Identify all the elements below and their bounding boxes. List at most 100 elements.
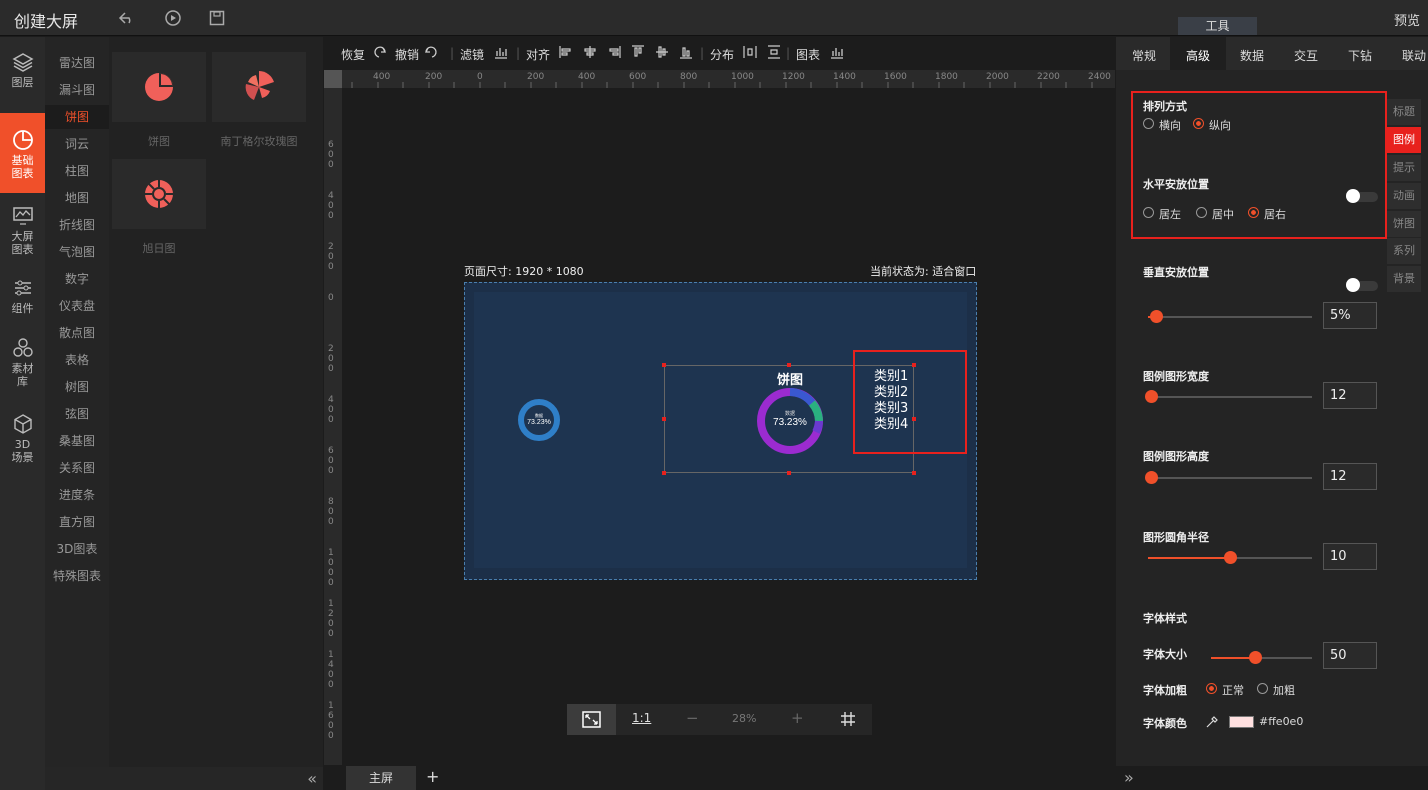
distribute-v-icon[interactable] — [766, 44, 782, 63]
redo-icon[interactable] — [371, 44, 387, 63]
tool-tab[interactable]: 工具 — [1178, 17, 1257, 35]
side-tab-series[interactable]: 系列 — [1387, 238, 1421, 264]
side-tab-legend[interactable]: 图例 — [1387, 127, 1421, 153]
chart-button[interactable]: 图表 — [796, 46, 820, 63]
actual-size-button[interactable]: 1:1 — [632, 711, 651, 725]
category-item[interactable]: 雷达图 — [45, 51, 109, 75]
category-item[interactable]: 直方图 — [45, 510, 109, 534]
redo-button[interactable]: 恢复 — [341, 46, 365, 63]
icon-height-input[interactable]: 12 — [1323, 463, 1377, 490]
category-item[interactable]: 进度条 — [45, 483, 109, 507]
align-center-h-icon[interactable] — [582, 44, 598, 63]
align-center-v-icon[interactable] — [654, 44, 670, 63]
category-item[interactable]: 特殊图表 — [45, 564, 109, 588]
h-pos-center-radio[interactable]: 居中 — [1196, 206, 1234, 222]
font-size-slider-knob[interactable] — [1249, 651, 1262, 664]
distribute-h-icon[interactable] — [742, 44, 758, 63]
font-size-input[interactable]: 50 — [1323, 642, 1377, 669]
category-item[interactable]: 词云 — [45, 132, 109, 156]
zoom-out-button[interactable]: − — [686, 709, 699, 727]
save-icon[interactable] — [208, 9, 226, 27]
distribute-button[interactable]: 分布 — [710, 46, 734, 63]
side-tab-title[interactable]: 标题 — [1387, 99, 1421, 125]
font-weight-bold-radio[interactable]: 加粗 — [1257, 682, 1295, 698]
font-weight-normal-radio[interactable]: 正常 — [1206, 682, 1244, 698]
nav-item-layers[interactable]: 图层 — [0, 51, 45, 101]
undo-icon[interactable] — [118, 9, 136, 27]
category-item[interactable]: 仪表盘 — [45, 294, 109, 318]
category-item[interactable]: 桑基图 — [45, 429, 109, 453]
resize-handle[interactable] — [662, 417, 666, 421]
preview-button[interactable]: 预览 — [1394, 10, 1420, 29]
category-item[interactable]: 树图 — [45, 375, 109, 399]
resize-handle[interactable] — [662, 363, 666, 367]
radius-input[interactable]: 10 — [1323, 543, 1377, 570]
icon-height-slider-track[interactable] — [1148, 477, 1312, 479]
category-item[interactable]: 柱图 — [45, 159, 109, 183]
side-tab-tooltip[interactable]: 提示 — [1387, 155, 1421, 181]
undo-icon[interactable] — [424, 44, 440, 63]
align-button[interactable]: 对齐 — [526, 46, 550, 63]
add-screen-button[interactable]: + — [426, 766, 439, 788]
v-pos-slider-track[interactable] — [1148, 316, 1312, 318]
thumb-nightingale[interactable] — [212, 52, 306, 122]
grid-icon[interactable] — [840, 711, 856, 727]
nav-item-assets[interactable]: 素材库 — [0, 337, 45, 393]
category-item[interactable]: 漏斗图 — [45, 78, 109, 102]
icon-width-slider-knob[interactable] — [1145, 390, 1158, 403]
icon-height-slider-knob[interactable] — [1145, 471, 1158, 484]
category-item[interactable]: 气泡图 — [45, 240, 109, 264]
play-icon[interactable] — [164, 9, 182, 27]
screen-tab-main[interactable]: 主屏 — [346, 766, 416, 790]
align-right-icon[interactable] — [606, 44, 622, 63]
eyedropper-icon[interactable] — [1205, 715, 1219, 729]
resize-handle[interactable] — [787, 471, 791, 475]
collapse-right-icon[interactable]: » — [1124, 768, 1134, 787]
category-item[interactable]: 散点图 — [45, 321, 109, 345]
v-pos-toggle[interactable] — [1346, 278, 1378, 292]
fit-window-button[interactable] — [567, 704, 616, 735]
undo-button[interactable]: 撤销 — [395, 46, 419, 63]
icon-width-slider-track[interactable] — [1148, 396, 1312, 398]
collapse-left-icon[interactable]: « — [307, 769, 317, 788]
zoom-in-button[interactable]: + — [791, 709, 804, 727]
align-top-icon[interactable] — [630, 44, 646, 63]
tab-drilldown[interactable]: 下钻 — [1348, 47, 1372, 64]
tab-interaction[interactable]: 交互 — [1294, 47, 1318, 64]
orient-vertical-radio[interactable]: 纵向 — [1193, 117, 1231, 133]
tab-linkage[interactable]: 联动 — [1402, 47, 1426, 64]
icon-width-input[interactable]: 12 — [1323, 382, 1377, 409]
category-item[interactable]: 表格 — [45, 348, 109, 372]
thumb-pie[interactable] — [112, 52, 206, 122]
orient-horizontal-radio[interactable]: 横向 — [1143, 117, 1181, 133]
v-pos-input[interactable]: 5% — [1323, 302, 1377, 329]
resize-handle[interactable] — [662, 471, 666, 475]
tab-general[interactable]: 常规 — [1132, 47, 1156, 64]
nav-item-screen-charts[interactable]: 大屏图表 — [0, 205, 45, 257]
h-pos-right-radio[interactable]: 居右 — [1248, 206, 1286, 222]
radius-slider-knob[interactable] — [1224, 551, 1237, 564]
align-left-icon[interactable] — [558, 44, 574, 63]
font-color-swatch[interactable] — [1229, 716, 1254, 728]
nav-item-basic-charts[interactable]: 基础图表 — [0, 113, 45, 193]
tab-data[interactable]: 数据 — [1240, 47, 1264, 64]
category-item[interactable]: 数字 — [45, 267, 109, 291]
side-tab-background[interactable]: 背景 — [1387, 266, 1421, 292]
filter-button[interactable]: 滤镜 — [460, 46, 484, 63]
category-item-active[interactable]: 饼图 — [45, 105, 109, 129]
h-pos-toggle[interactable] — [1346, 189, 1378, 203]
category-item[interactable]: 弦图 — [45, 402, 109, 426]
resize-handle[interactable] — [787, 363, 791, 367]
category-item[interactable]: 3D图表 — [45, 537, 109, 561]
v-pos-slider-knob[interactable] — [1150, 310, 1163, 323]
thumb-sunburst[interactable] — [112, 159, 206, 229]
align-bottom-icon[interactable] — [678, 44, 694, 63]
tab-advanced[interactable]: 高级 — [1186, 47, 1210, 64]
main-pie-chart[interactable]: 数据 73.23% — [754, 385, 826, 457]
nav-item-components[interactable]: 组件 — [0, 277, 45, 323]
category-item[interactable]: 折线图 — [45, 213, 109, 237]
side-tab-pie[interactable]: 饼图 — [1387, 211, 1421, 237]
side-tab-animation[interactable]: 动画 — [1387, 183, 1421, 209]
filter-icon[interactable] — [493, 44, 509, 63]
category-item[interactable]: 关系图 — [45, 456, 109, 480]
